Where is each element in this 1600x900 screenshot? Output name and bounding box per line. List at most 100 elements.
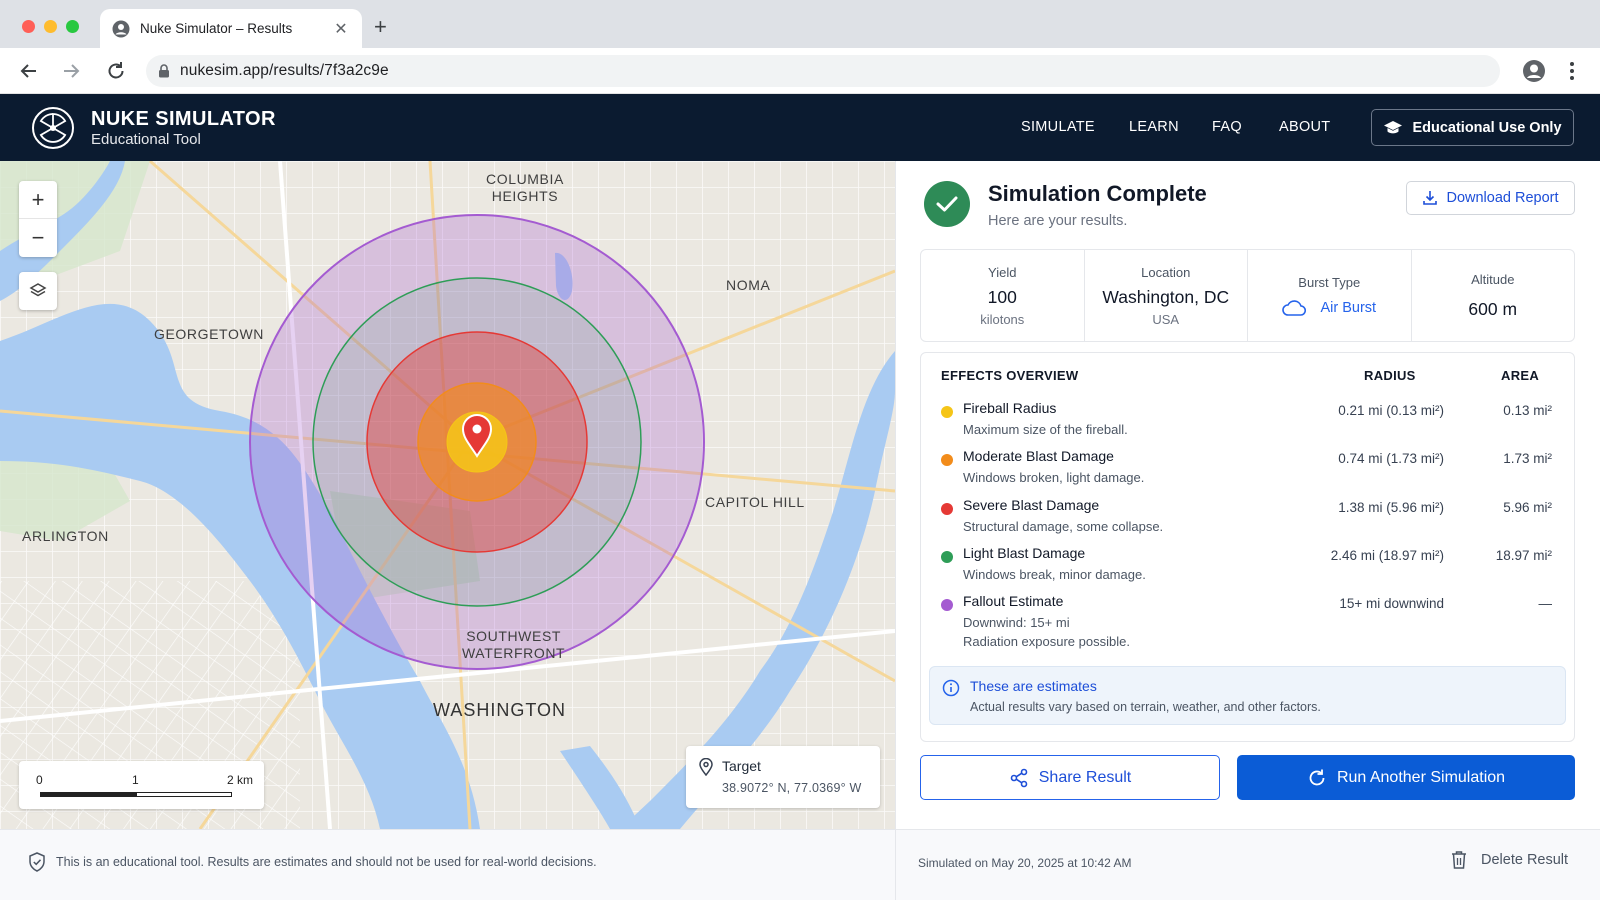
- effect-area: 1.73 mi²: [1503, 451, 1552, 466]
- address-bar[interactable]: nukesim.app/results/7f3a2c9e: [146, 55, 1500, 87]
- browser-menu-icon[interactable]: [1566, 59, 1578, 83]
- effect-area: 0.13 mi²: [1503, 403, 1552, 418]
- info-icon: [942, 679, 960, 697]
- disclaimer: This is an educational tool. Results are…: [28, 852, 597, 872]
- effect-description: Windows broken, light damage.: [963, 470, 1145, 485]
- scale-tick-2km: 2 km: [227, 773, 254, 787]
- effect-radius: 0.74 mi (1.73 mi²): [1338, 451, 1444, 466]
- zoom-out-button[interactable]: −: [19, 219, 57, 257]
- stat-value: Air Burst: [1320, 300, 1377, 316]
- share-result-label: Share Result: [1038, 768, 1132, 786]
- brand-subtitle: Educational Tool: [91, 131, 201, 148]
- stat-label: Yield: [988, 264, 1017, 280]
- effect-description: Structural damage, some collapse.: [963, 519, 1164, 534]
- nav-simulate[interactable]: SIMULATE: [1021, 119, 1095, 135]
- light-blast-color-dot: [941, 551, 953, 563]
- new-tab-button[interactable]: +: [374, 14, 387, 40]
- download-report-label: Download Report: [1446, 190, 1559, 206]
- brand-title[interactable]: NUKE SIMULATOR: [91, 108, 276, 131]
- educational-use-button[interactable]: Educational Use Only: [1371, 109, 1574, 146]
- share-result-button[interactable]: Share Result: [920, 755, 1220, 800]
- delete-result-button[interactable]: Delete Result: [1451, 850, 1568, 870]
- map-label-columbia-heights: COLUMBIA HEIGHTS: [486, 171, 564, 204]
- stat-burst-type: Burst Type Air Burst: [1248, 250, 1412, 341]
- maximize-window-button[interactable]: [66, 20, 79, 33]
- nav-learn[interactable]: LEARN: [1129, 119, 1179, 135]
- graduation-cap-icon: [1384, 120, 1403, 133]
- layers-icon: [29, 283, 47, 297]
- stat-unit: kilotons: [980, 311, 1025, 327]
- footer-divider: [895, 830, 896, 900]
- stat-label: Burst Type: [1298, 275, 1361, 290]
- stat-unit: USA: [1152, 311, 1180, 327]
- minimize-window-button[interactable]: [44, 20, 57, 33]
- simulation-date: Simulated on May 20, 2025 at 10:42 AM: [918, 856, 1132, 870]
- target-title: Target: [722, 758, 761, 774]
- forward-arrow-icon[interactable]: [59, 59, 83, 83]
- effect-area: 18.97 mi²: [1495, 548, 1552, 563]
- stat-yield: Yield 100 kilotons: [921, 250, 1085, 341]
- browser-tab[interactable]: Nuke Simulator – Results ✕: [100, 9, 362, 48]
- layers-button[interactable]: [19, 272, 57, 310]
- fallout-downwind: Downwind: 15+ mi: [963, 615, 1070, 630]
- cloud-icon: [1282, 300, 1307, 316]
- map-label-southwest-waterfront: SOUTHWEST WATERFRONT: [462, 628, 566, 661]
- stat-label: Location: [1141, 264, 1191, 280]
- effect-row-moderate-blast[interactable]: Moderate Blast Damage Windows broken, li…: [921, 447, 1574, 495]
- simulation-subtitle: Here are your results.: [988, 213, 1128, 229]
- scale-tick-1: 1: [132, 773, 139, 787]
- url-text: nukesim.app/results/7f3a2c9e: [180, 62, 389, 79]
- download-icon: [1423, 191, 1438, 205]
- effect-area: 5.96 mi²: [1503, 500, 1552, 515]
- info-text: Actual results vary based on terrain, we…: [970, 700, 1321, 714]
- zoom-in-button[interactable]: +: [19, 181, 57, 219]
- effect-name: Fireball Radius: [963, 400, 1057, 416]
- tab-close-icon[interactable]: ✕: [332, 19, 350, 39]
- stat-value: 600 m: [1468, 298, 1518, 319]
- back-arrow-icon[interactable]: [17, 59, 41, 83]
- target-info-card: Target 38.9072° N, 77.0369° W: [686, 746, 880, 808]
- stat-label: Altitude: [1471, 271, 1515, 287]
- scale-line: [40, 792, 232, 797]
- refresh-icon: [1309, 769, 1325, 785]
- stat-value: 100: [987, 286, 1017, 307]
- run-another-simulation-button[interactable]: Run Another Simulation: [1237, 755, 1575, 800]
- close-window-button[interactable]: [22, 20, 35, 33]
- download-report-button[interactable]: Download Report: [1406, 181, 1575, 215]
- educational-use-label: Educational Use Only: [1412, 119, 1562, 136]
- page-footer: This is an educational tool. Results are…: [0, 829, 1600, 900]
- profile-icon[interactable]: [1522, 59, 1546, 83]
- share-icon: [1010, 768, 1028, 787]
- stat-altitude: Altitude 600 m: [1412, 250, 1575, 341]
- fallout-radiation-note: Radiation exposure possible.: [963, 634, 1130, 649]
- zoom-controls: + −: [19, 181, 57, 257]
- disclaimer-text: This is an educational tool. Results are…: [56, 855, 597, 869]
- map-label-washington: WASHINGTON: [433, 700, 567, 720]
- shield-check-icon: [29, 852, 45, 872]
- profile-favicon-icon: [112, 20, 130, 37]
- blast-map[interactable]: COLUMBIA HEIGHTS NOMA GEORGETOWN CAPITOL…: [0, 161, 895, 829]
- scale-tick-0: 0: [36, 773, 43, 787]
- reload-icon[interactable]: [104, 59, 128, 83]
- estimates-info-box: These are estimates Actual results vary …: [929, 666, 1566, 725]
- map-label-arlington: ARLINGTON: [22, 528, 109, 544]
- effect-radius: 15+ mi downwind: [1339, 596, 1444, 611]
- fireball-color-dot: [941, 406, 953, 418]
- nav-faq[interactable]: FAQ: [1212, 119, 1242, 135]
- effect-row-fireball[interactable]: Fireball Radius Maximum size of the fire…: [921, 399, 1574, 447]
- severe-blast-color-dot: [941, 503, 953, 515]
- map-label-capitol-hill: CAPITOL HILL: [705, 494, 805, 510]
- run-another-label: Run Another Simulation: [1336, 768, 1506, 786]
- effect-row-light-blast[interactable]: Light Blast Damage Windows break, minor …: [921, 544, 1574, 592]
- simulation-title: Simulation Complete: [988, 181, 1207, 206]
- effect-description: Maximum size of the fireball.: [963, 422, 1128, 437]
- delete-result-label: Delete Result: [1481, 852, 1569, 868]
- nav-about[interactable]: ABOUT: [1279, 119, 1330, 135]
- stat-value: Washington, DC: [1102, 286, 1230, 307]
- radius-column-header: RADIUS: [1364, 368, 1416, 383]
- radiation-logo-icon[interactable]: [31, 106, 75, 150]
- effect-row-fallout[interactable]: Fallout Estimate Downwind: 15+ mi Radiat…: [921, 592, 1574, 654]
- effect-row-severe-blast[interactable]: Severe Blast Damage Structural damage, s…: [921, 496, 1574, 544]
- effect-description: Windows break, minor damage.: [963, 567, 1146, 582]
- map-label-noma: NOMA: [726, 277, 771, 293]
